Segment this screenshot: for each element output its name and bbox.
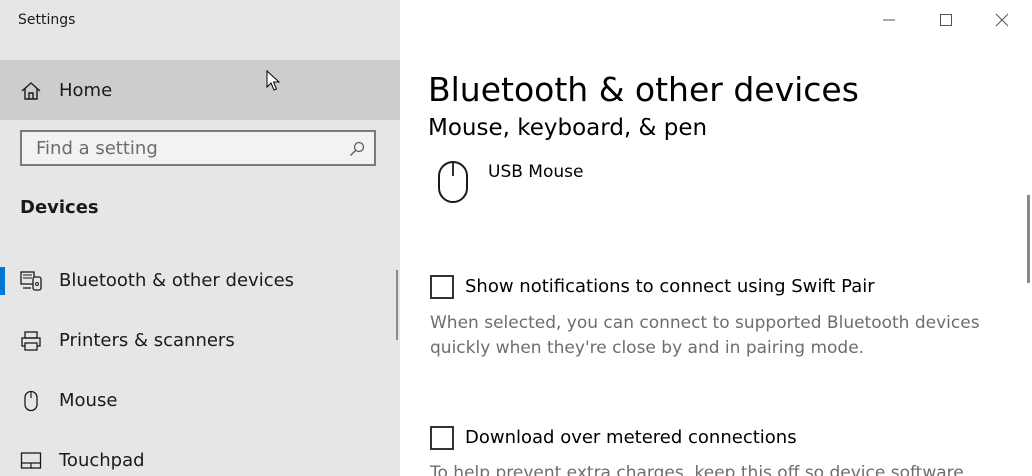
section-subtitle: Mouse, keyboard, & pen (428, 115, 708, 141)
search-icon[interactable] (349, 141, 365, 157)
printer-icon (21, 331, 41, 351)
metered-download-label[interactable]: Download over metered connections (465, 427, 797, 448)
sidebar-item-mouse[interactable]: Mouse (0, 373, 400, 429)
search-input[interactable] (22, 132, 356, 164)
search-box[interactable] (20, 130, 376, 166)
mouse-pointer-icon (266, 70, 280, 91)
home-label: Home (59, 80, 113, 101)
mouse-icon (24, 390, 38, 412)
content-scrollbar[interactable] (1027, 195, 1030, 283)
maximize-icon[interactable] (931, 8, 961, 32)
swift-pair-checkbox[interactable] (430, 275, 454, 299)
selection-indicator (0, 267, 5, 295)
page-title: Bluetooth & other devices (428, 70, 859, 109)
home-icon (21, 82, 41, 100)
sidebar-item-label: Bluetooth & other devices (59, 270, 295, 291)
sidebar-scrollbar[interactable] (396, 270, 398, 340)
sidebar: Settings Home Devices Bluetooth & other … (0, 0, 400, 476)
touchpad-icon (20, 452, 42, 469)
sidebar-item-label: Printers & scanners (59, 330, 235, 351)
swift-pair-description: When selected, you can connect to suppor… (430, 313, 980, 358)
mouse-icon (438, 161, 468, 203)
main-content: Bluetooth & other devices Mouse, keyboar… (400, 0, 1032, 476)
bluetooth-devices-icon (20, 271, 42, 291)
metered-download-checkbox[interactable] (430, 426, 454, 450)
swift-pair-label[interactable]: Show notifications to connect using Swif… (465, 276, 875, 297)
sidebar-item-touchpad[interactable]: Touchpad (0, 433, 400, 476)
sidebar-item-label: Touchpad (59, 450, 145, 471)
device-name: USB Mouse (488, 162, 584, 182)
metered-download-description: To help prevent extra charges, keep this… (430, 463, 964, 476)
app-title: Settings (18, 12, 76, 28)
sidebar-item-label: Mouse (59, 390, 118, 411)
sidebar-item-bluetooth[interactable]: Bluetooth & other devices (0, 253, 400, 309)
close-icon[interactable] (987, 8, 1017, 32)
minimize-icon[interactable] (874, 8, 904, 32)
section-title: Devices (20, 197, 99, 218)
sidebar-item-printers[interactable]: Printers & scanners (0, 313, 400, 369)
home-nav-item[interactable]: Home (0, 60, 400, 120)
